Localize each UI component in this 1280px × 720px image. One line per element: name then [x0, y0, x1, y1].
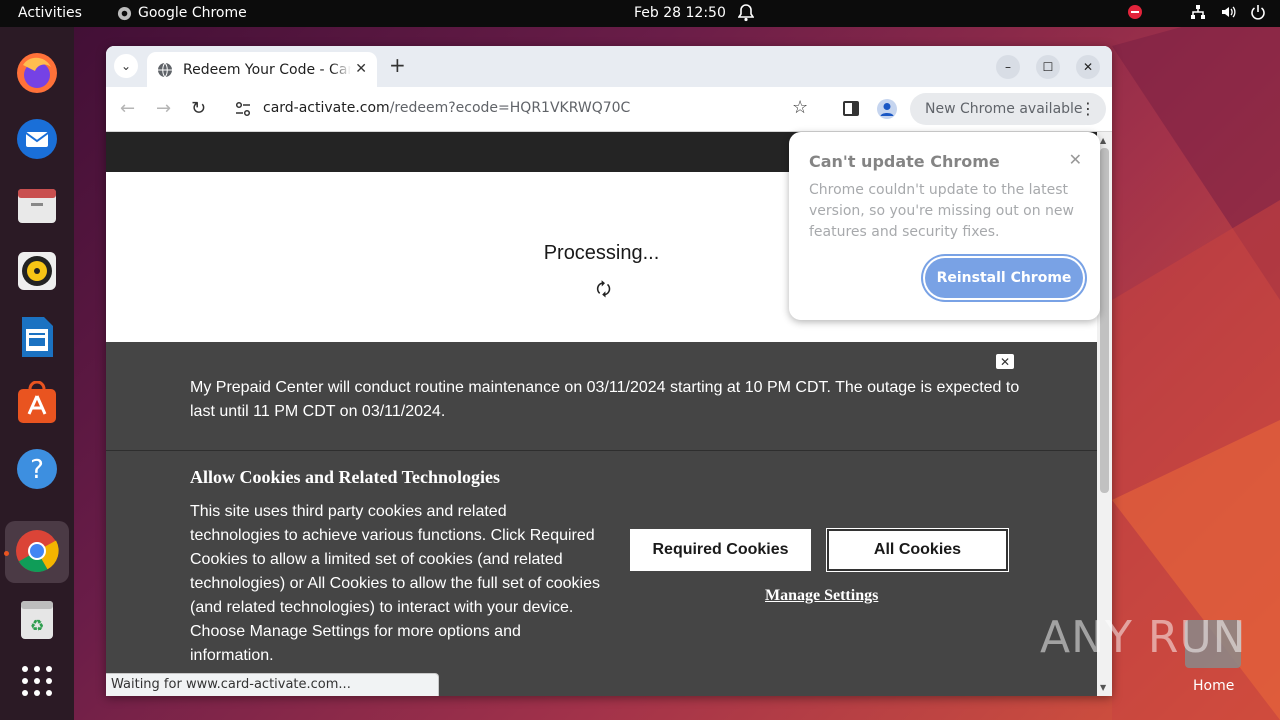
network-icon	[1191, 5, 1205, 19]
firefox-icon[interactable]	[13, 49, 61, 97]
reload-icon[interactable]: ↻	[191, 99, 206, 119]
cookie-description: This site uses third party cookies and r…	[190, 503, 600, 664]
tab-title: Redeem Your Code - Card Activate	[183, 61, 351, 78]
update-pill-label: New Chrome available	[925, 101, 1083, 117]
scroll-up-arrow-icon[interactable]: ▲	[1100, 136, 1106, 145]
volume-icon	[1222, 6, 1236, 18]
google-chrome-icon[interactable]	[13, 527, 61, 575]
activities-button[interactable]: Activities	[18, 5, 82, 21]
maximize-button[interactable]: ☐	[1036, 55, 1060, 79]
close-icon: ✕	[1082, 60, 1094, 74]
new-chrome-available-button[interactable]: New Chrome available ⋮	[910, 93, 1106, 125]
chrome-window: ⌄ Redeem Your Code - Card Activate ✕ + –…	[106, 46, 1112, 696]
required-cookies-button[interactable]: Required Cookies	[630, 529, 811, 571]
dock: ? ♻	[0, 27, 74, 720]
rhythmbox-icon[interactable]	[13, 247, 61, 295]
cookie-banner: Allow Cookies and Related Technologies T…	[106, 450, 1097, 696]
svg-text:♻: ♻	[30, 616, 44, 635]
url-path: /redeem?ecode=HQR1VKRWQ70C	[389, 100, 631, 116]
omnibox[interactable]: card-activate.com/redeem?ecode=HQR1VKRWQ…	[226, 92, 826, 126]
maintenance-text: My Prepaid Center will conduct routine m…	[190, 379, 1020, 420]
chrome-small-icon	[117, 6, 132, 20]
site-settings-icon[interactable]	[234, 100, 252, 118]
files-icon[interactable]	[13, 181, 61, 229]
app-menu-label: Google Chrome	[138, 5, 247, 21]
side-panel-icon[interactable]	[843, 101, 859, 116]
back-arrow-icon[interactable]: ←	[120, 99, 135, 119]
thunderbird-icon[interactable]	[13, 115, 61, 163]
ubuntu-software-icon[interactable]	[13, 379, 61, 427]
dialog-close-icon[interactable]: ✕	[1069, 150, 1082, 169]
tab-search-button[interactable]: ⌄	[114, 54, 138, 78]
system-tray[interactable]	[1128, 4, 1266, 20]
close-window-button[interactable]: ✕	[1076, 55, 1100, 79]
top-bar: Activities Google Chrome Feb 28 12:50	[0, 0, 1280, 27]
help-icon[interactable]: ?	[13, 445, 61, 493]
profile-avatar-icon[interactable]	[877, 99, 897, 119]
manage-settings-link[interactable]: Manage Settings	[765, 587, 878, 605]
maximize-icon: ☐	[1042, 60, 1054, 74]
recording-indicator-icon	[1128, 5, 1142, 19]
tab-strip: ⌄ Redeem Your Code - Card Activate ✕ + –…	[106, 46, 1112, 87]
dialog-text: Chrome couldn't update to the latest ver…	[809, 182, 1074, 240]
scroll-down-arrow-icon[interactable]: ▼	[1100, 683, 1106, 692]
url-host: card-activate.com	[263, 100, 390, 116]
trash-icon[interactable]: ♻	[13, 595, 61, 643]
refresh-spinner-icon: 🗘	[596, 280, 612, 300]
new-tab-button[interactable]: +	[389, 55, 406, 75]
libreoffice-writer-icon[interactable]	[13, 313, 61, 361]
running-indicator	[4, 551, 9, 556]
kebab-menu-icon[interactable]: ⋮	[1080, 99, 1096, 118]
url-text: card-activate.com/redeem?ecode=HQR1VKRWQ…	[263, 100, 630, 116]
anyrun-watermark: ANY RUN	[1040, 612, 1247, 663]
maintenance-banner: ✕ My Prepaid Center will conduct routine…	[106, 342, 1097, 450]
chevron-down-icon: ⌄	[120, 59, 132, 73]
home-folder-label: Home	[1193, 678, 1235, 694]
close-banner-icon[interactable]: ✕	[996, 354, 1014, 369]
bookmark-star-icon[interactable]: ☆	[792, 97, 808, 118]
cookie-title: Allow Cookies and Related Technologies	[190, 467, 501, 487]
app-menu[interactable]: Google Chrome	[117, 5, 247, 21]
dialog-title: Can't update Chrome	[809, 152, 1000, 171]
clock[interactable]: Feb 28 12:50	[634, 5, 726, 21]
minimize-icon: –	[1005, 60, 1011, 74]
forward-arrow-icon[interactable]: →	[156, 99, 171, 119]
power-icon	[1251, 5, 1265, 20]
svg-text:?: ?	[30, 455, 44, 485]
tab-close-icon[interactable]: ✕	[355, 61, 367, 77]
status-bubble: Waiting for www.card-activate.com...	[106, 673, 439, 696]
tab-redeem[interactable]: Redeem Your Code - Card Activate ✕	[147, 52, 377, 87]
scroll-thumb[interactable]	[1100, 148, 1109, 493]
globe-icon	[158, 62, 172, 77]
show-applications-icon[interactable]	[13, 657, 61, 705]
reinstall-chrome-button[interactable]: Reinstall Chrome	[925, 258, 1083, 298]
minimize-button[interactable]: –	[996, 55, 1020, 79]
notification-bell-icon[interactable]	[737, 4, 755, 26]
all-cookies-button[interactable]: All Cookies	[826, 528, 1009, 572]
cant-update-chrome-dialog: Can't update Chrome ✕ Chrome couldn't up…	[789, 132, 1100, 320]
